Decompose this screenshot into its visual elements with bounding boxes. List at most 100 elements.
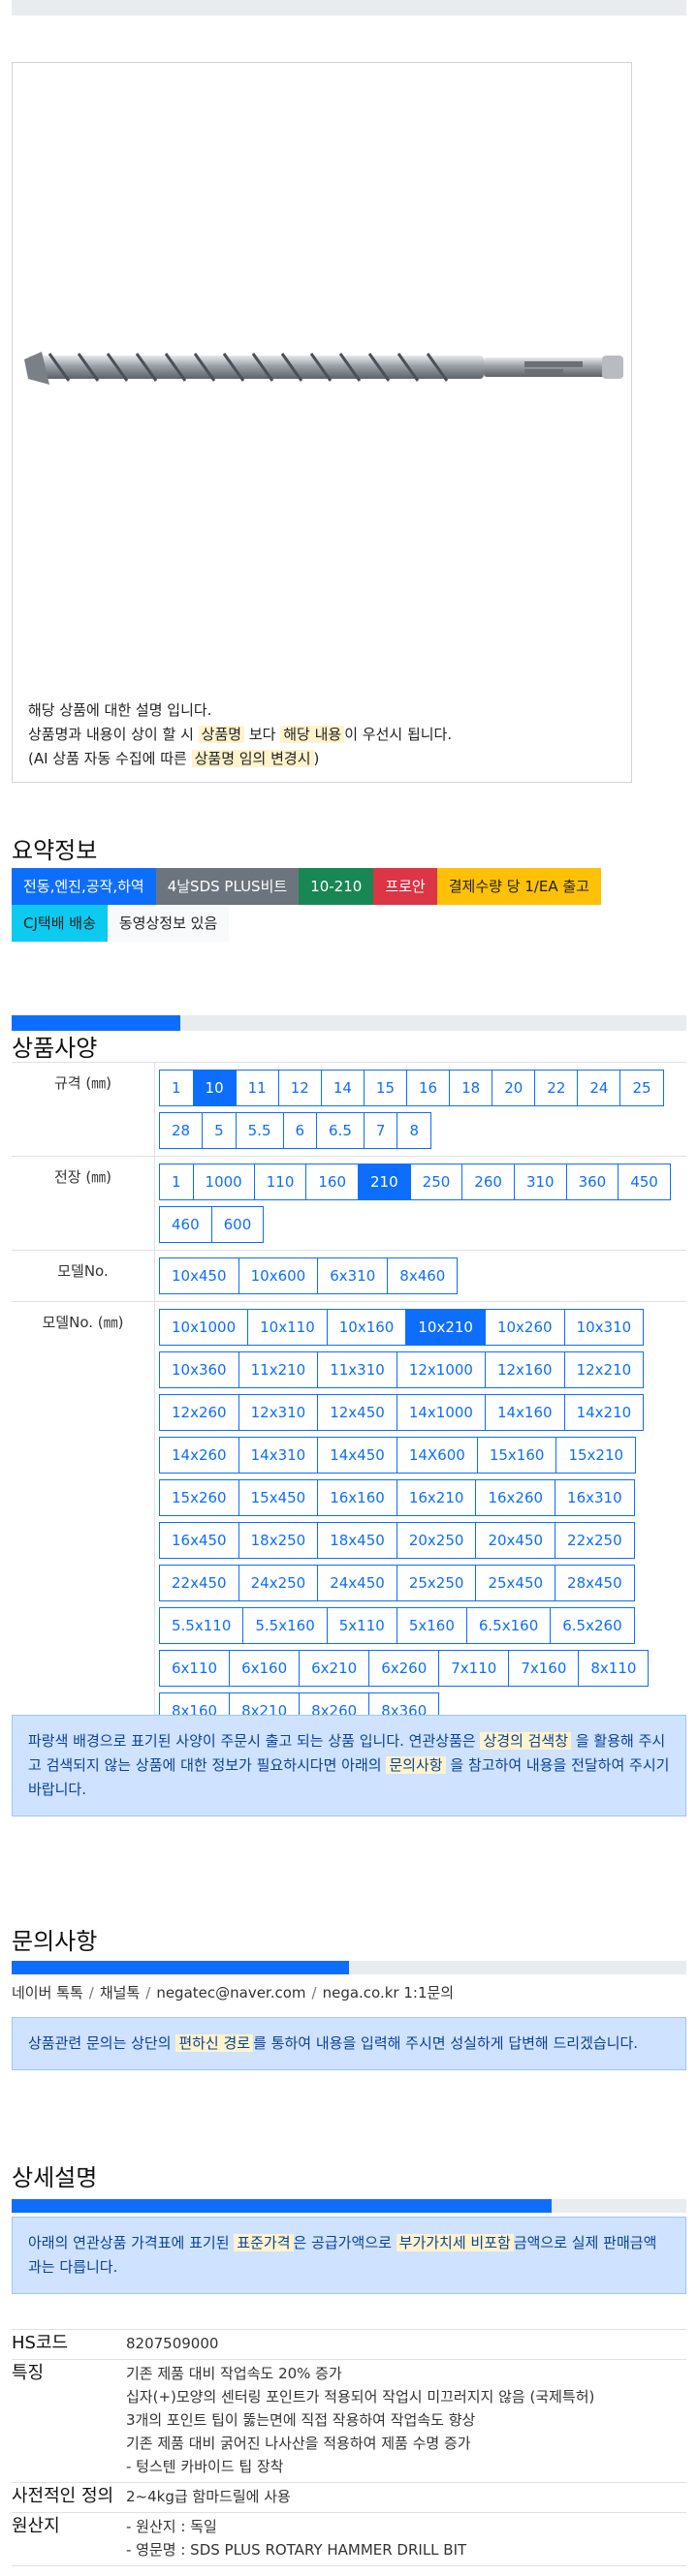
spec-option-button[interactable]: 16x260 [475,1479,556,1516]
spec-option-button[interactable]: 16x310 [555,1479,635,1516]
spec-title: 상품사양 [12,1035,98,1062]
spec-option-button[interactable]: 1 [159,1164,194,1200]
spec-option-button[interactable]: 28x450 [555,1565,635,1601]
spec-option-button[interactable]: 22x450 [159,1565,239,1601]
spec-option-button[interactable]: 18 [449,1070,493,1106]
spec-option-button[interactable]: 12x310 [238,1394,319,1431]
spec-option-button[interactable]: 210 [358,1164,411,1200]
spec-option-button[interactable]: 5.5x160 [242,1607,328,1644]
spec-option-button[interactable]: 12x450 [317,1394,397,1431]
spec-option-button[interactable]: 16x450 [159,1522,239,1559]
spec-option-button[interactable]: 6.5x260 [550,1607,635,1644]
spec-option-button[interactable]: 6 [282,1112,318,1149]
spec-option-button[interactable]: 12x260 [159,1394,239,1431]
spec-option-button[interactable]: 6x110 [159,1650,231,1687]
spec-option-button[interactable]: 250 [409,1164,463,1200]
spec-option-button[interactable]: 24 [577,1070,621,1106]
spec-option-button[interactable]: 22x250 [555,1522,635,1559]
spec-option-button[interactable]: 12 [277,1070,322,1106]
contact-link[interactable]: 네이버 톡톡 [12,1984,83,2002]
spec-option-button[interactable]: 10 [192,1070,237,1106]
spec-option-button[interactable]: 25 [619,1070,664,1106]
spec-option-button[interactable]: 14 [320,1070,365,1106]
spec-option-button[interactable]: 5 [202,1112,237,1149]
spec-option-button[interactable]: 11 [235,1070,279,1106]
spec-option-button[interactable]: 25x250 [396,1565,477,1601]
spec-option-button[interactable]: 15x210 [555,1437,637,1474]
spec-label: 전장 (㎜) [12,1157,155,1250]
spec-row: 모델No. (㎜) 10x1000 10x110 10x160 10x210 10x260… [12,1302,686,1737]
spec-option-button[interactable]: 10x210 [405,1309,486,1346]
spec-option-button[interactable]: 25x450 [475,1565,556,1601]
spec-option-button[interactable]: 8x110 [578,1650,650,1687]
spec-option-button[interactable]: 16 [406,1070,451,1106]
spec-option-button[interactable]: 10x260 [484,1309,565,1346]
spec-option-button[interactable]: 16x160 [317,1479,397,1516]
spec-option-button[interactable]: 6.5 [316,1112,365,1149]
spec-option-button[interactable]: 1 [159,1070,194,1106]
spec-option-button[interactable]: 14x260 [159,1437,239,1474]
spec-option-button[interactable]: 12x210 [563,1351,645,1388]
spec-option-button[interactable]: 14X600 [396,1437,478,1474]
spec-option-button[interactable]: 15x450 [238,1479,319,1516]
spec-option-button[interactable]: 8x460 [387,1257,459,1294]
spec-option-button[interactable]: 14x310 [238,1437,319,1474]
spec-option-button[interactable]: 5.5x110 [159,1607,244,1644]
spec-option-button[interactable]: 10x310 [563,1309,645,1346]
spec-option-button[interactable]: 600 [210,1206,265,1243]
spec-option-button[interactable]: 7x110 [438,1650,510,1687]
contact-link[interactable]: nega.co.kr 1:1문의 [323,1984,455,2002]
spec-option-button[interactable]: 460 [159,1206,212,1243]
spec-option-button[interactable]: 6x310 [317,1257,389,1294]
spec-option-button[interactable]: 11x310 [317,1351,397,1388]
spec-option-button[interactable]: 14x210 [563,1394,645,1431]
spec-option-button[interactable]: 7x160 [508,1650,580,1687]
spec-option-button[interactable]: 15 [363,1070,408,1106]
spec-option-button[interactable]: 14x160 [484,1394,565,1431]
spec-option-button[interactable]: 10x450 [159,1257,239,1294]
spec-option-button[interactable]: 14x1000 [396,1394,486,1431]
spec-option-button[interactable]: 6x210 [299,1650,370,1687]
spec-option-button[interactable]: 10x600 [238,1257,319,1294]
spec-option-button[interactable]: 110 [253,1164,307,1200]
spec-option-button[interactable]: 10x360 [159,1351,239,1388]
spec-option-button[interactable]: 18x450 [317,1522,397,1559]
spec-option-button[interactable]: 260 [461,1164,515,1200]
spec-option-button[interactable]: 16x210 [396,1479,477,1516]
desc-text: 이 우선시 됩니다. [344,726,453,743]
desc-line-2: 상품명과 내용이 상이 할 시 상품명 보다 해당 내용 이 우선시 됩니다. [28,723,452,747]
spec-option-button[interactable]: 5x160 [396,1607,467,1644]
spec-option-button[interactable]: 6.5x160 [465,1607,552,1644]
spec-option-button[interactable]: 28 [159,1112,204,1149]
spec-option-button[interactable]: 22 [534,1070,579,1106]
spec-option-button[interactable]: 11x210 [238,1351,319,1388]
spec-option-button[interactable]: 12x1000 [396,1351,486,1388]
spec-option-button[interactable]: 5.5 [235,1112,284,1149]
spec-option-button[interactable]: 12x160 [484,1351,565,1388]
spec-option-button[interactable]: 310 [513,1164,567,1200]
spec-option-button[interactable]: 14x450 [317,1437,397,1474]
contact-separator: / [311,1984,317,2002]
spec-option-button[interactable]: 160 [305,1164,360,1200]
spec-option-button[interactable]: 15x160 [476,1437,557,1474]
spec-option-button[interactable]: 360 [565,1164,619,1200]
spec-option-button[interactable]: 6x160 [229,1650,301,1687]
spec-option-button[interactable]: 20 [492,1070,536,1106]
spec-option-button[interactable]: 450 [618,1164,671,1200]
spec-option-button[interactable]: 10x1000 [159,1309,249,1346]
spec-option-button[interactable]: 10x110 [247,1309,328,1346]
spec-option-button[interactable]: 24x450 [317,1565,397,1601]
spec-option-button[interactable]: 8 [397,1112,431,1149]
spec-option-button[interactable]: 10x160 [326,1309,407,1346]
spec-option-button[interactable]: 5x110 [326,1607,397,1644]
spec-option-button[interactable]: 18x250 [238,1522,319,1559]
spec-option-button[interactable]: 6x260 [368,1650,440,1687]
spec-option-button[interactable]: 15x260 [159,1479,239,1516]
contact-link[interactable]: negatec@naver.com [156,1984,305,2002]
spec-option-button[interactable]: 20x250 [396,1522,477,1559]
spec-option-button[interactable]: 7 [363,1112,398,1149]
spec-option-button[interactable]: 1000 [192,1164,255,1200]
spec-option-button[interactable]: 20x450 [475,1522,556,1559]
contact-link[interactable]: 채널톡 [100,1984,140,2002]
spec-option-button[interactable]: 24x250 [238,1565,319,1601]
